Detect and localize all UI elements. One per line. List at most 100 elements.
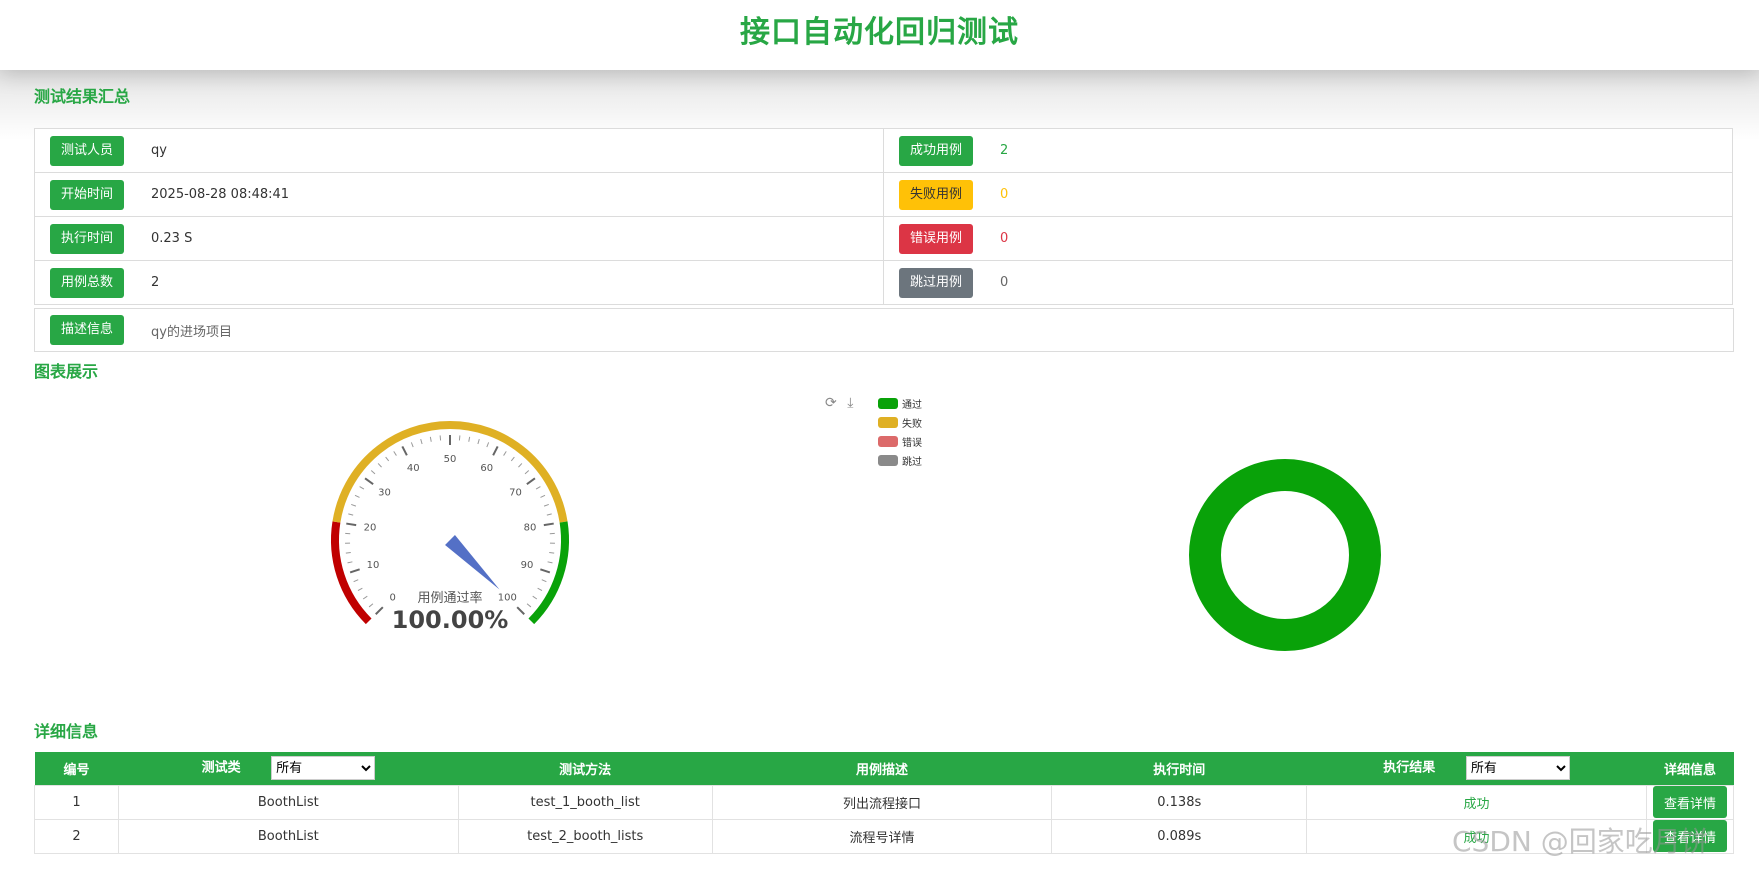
download-icon[interactable]: ⤓ xyxy=(847,395,853,411)
gauge-major-tick xyxy=(540,568,551,574)
watermark: CSDN @回家吃月饼 xyxy=(1452,825,1709,858)
gauge-tick-label: 60 xyxy=(480,463,493,474)
table-row: 1 BoothList test_1_booth_list 列出流程接口 0.1… xyxy=(34,784,1735,820)
col-time: 执行时间 xyxy=(1051,752,1307,785)
tester-value: qy xyxy=(151,143,167,158)
gauge-major-tick xyxy=(349,568,360,574)
summary-cell: 用例总数 2 xyxy=(34,260,884,305)
legend-item[interactable]: 失败 xyxy=(878,413,922,432)
page-title: 接口自动化回归测试 xyxy=(740,15,1019,50)
col-desc: 用例描述 xyxy=(712,752,1052,785)
total-badge: 用例总数 xyxy=(50,267,124,298)
view-detail-button[interactable]: 查看详情 xyxy=(1652,786,1727,818)
start-time-badge: 开始时间 xyxy=(50,179,124,210)
col-result-label: 执行结果 xyxy=(1383,760,1436,776)
gauge-tick-label: 40 xyxy=(407,463,420,474)
summary-cell: 失败用例 0 xyxy=(883,172,1733,217)
col-class-label: 测试类 xyxy=(201,760,241,776)
gauge-minor-tick xyxy=(543,503,549,507)
legend-item[interactable]: 错误 xyxy=(878,432,922,451)
gauge-tick-label: 10 xyxy=(367,560,380,571)
legend-label: 失败 xyxy=(902,419,922,430)
legend-item[interactable]: 跳过 xyxy=(878,451,922,470)
description-badge: 描述信息 xyxy=(50,315,124,345)
gauge-tick-label: 30 xyxy=(378,487,391,498)
col-result: 执行结果 所有 xyxy=(1306,752,1647,785)
gauge-tick-label: 100 xyxy=(498,592,517,603)
gauge-tick-label: 70 xyxy=(509,487,522,498)
cell-time: 0.089s xyxy=(1051,818,1308,854)
gauge-minor-tick xyxy=(359,486,365,490)
legend-swatch xyxy=(878,417,898,428)
cell-no: 1 xyxy=(34,784,119,820)
class-filter-select[interactable]: 所有 xyxy=(271,756,376,781)
cell-result: 成功 xyxy=(1306,784,1647,820)
gauge-minor-tick xyxy=(526,603,532,608)
gauge-minor-tick xyxy=(546,513,552,516)
cell-detail: 查看详情 xyxy=(1645,784,1735,820)
description-value: qy的进场项目 xyxy=(151,324,232,340)
gauge-tick-label: 90 xyxy=(521,560,534,571)
gauge-major-tick xyxy=(364,477,374,485)
section-title-details: 详细信息 xyxy=(34,722,99,741)
legend-swatch xyxy=(878,436,898,447)
summary-panel: 测试人员 qy 成功用例 2 开始时间 2025-08-28 08:48:41 … xyxy=(34,128,1734,352)
gauge-minor-tick xyxy=(345,552,351,554)
summary-row: 执行时间 0.23 S 错误用例 0 xyxy=(34,216,1734,261)
error-badge: 错误用例 xyxy=(899,223,973,254)
gauge-tick-label: 20 xyxy=(364,522,377,533)
gauge-major-tick xyxy=(346,522,357,527)
cell-method: test_2_booth_lists xyxy=(457,818,713,854)
gauge-major-tick xyxy=(401,445,408,456)
cell-class: BoothList xyxy=(117,784,459,820)
summary-cell: 跳过用例 0 xyxy=(883,260,1733,305)
skip-badge: 跳过用例 xyxy=(899,267,973,298)
cell-no: 2 xyxy=(34,818,119,854)
gauge-major-tick xyxy=(526,477,536,485)
gauge-minor-tick xyxy=(524,470,530,475)
skip-count: 0 xyxy=(1000,275,1009,290)
col-no: 编号 xyxy=(34,752,119,785)
success-badge: 成功用例 xyxy=(899,135,973,166)
start-time-value: 2025-08-28 08:48:41 xyxy=(151,187,290,202)
gauge-minor-tick xyxy=(353,579,359,583)
col-class: 测试类 所有 xyxy=(118,752,459,785)
gauge-minor-tick xyxy=(357,587,363,592)
fail-badge: 失败用例 xyxy=(899,179,973,210)
gauge-minor-tick xyxy=(362,595,368,600)
gauge-minor-tick xyxy=(420,439,423,445)
legend-item[interactable]: 通过 xyxy=(878,394,922,413)
summary-cell: 测试人员 qy xyxy=(34,128,884,173)
gauge-tick-label: 0 xyxy=(390,592,396,603)
result-filter-select[interactable]: 所有 xyxy=(1465,756,1570,781)
gauge-minor-tick xyxy=(486,442,490,448)
success-count: 2 xyxy=(1000,143,1009,158)
gauge-major-tick xyxy=(492,445,499,456)
gauge-minor-tick xyxy=(510,456,515,462)
gauge-minor-tick xyxy=(547,561,553,564)
gauge-minor-tick xyxy=(370,470,376,475)
gauge-title: 用例通过率 xyxy=(417,590,482,606)
cell-method: test_1_booth_list xyxy=(457,784,713,820)
summary-cell: 执行时间 0.23 S xyxy=(34,216,884,261)
summary-cell: 开始时间 2025-08-28 08:48:41 xyxy=(34,172,884,217)
legend-swatch xyxy=(878,455,898,466)
gauge-minor-tick xyxy=(348,513,354,516)
refresh-icon[interactable]: ⟳ xyxy=(825,395,837,411)
fail-count: 0 xyxy=(1000,187,1009,202)
gauge-minor-tick xyxy=(347,561,353,564)
error-count: 0 xyxy=(1000,231,1009,246)
legend-label: 错误 xyxy=(902,438,922,449)
gauge-major-tick xyxy=(516,606,525,615)
summary-row: 用例总数 2 跳过用例 0 xyxy=(34,260,1734,305)
gauge-minor-tick xyxy=(532,595,538,600)
gauge-minor-tick xyxy=(368,603,374,608)
gauge-tick-label: 50 xyxy=(444,454,457,465)
gauge-minor-tick xyxy=(503,451,507,456)
section-title-charts: 图表展示 xyxy=(34,362,99,381)
gauge-minor-tick xyxy=(410,442,414,448)
tester-badge: 测试人员 xyxy=(50,135,124,166)
table-header-row: 编号 测试类 所有 测试方法 用例描述 执行时间 执行结果 所有 详细信息 xyxy=(34,752,1734,785)
summary-cell: 成功用例 2 xyxy=(883,128,1733,173)
gauge-minor-tick xyxy=(535,486,541,490)
